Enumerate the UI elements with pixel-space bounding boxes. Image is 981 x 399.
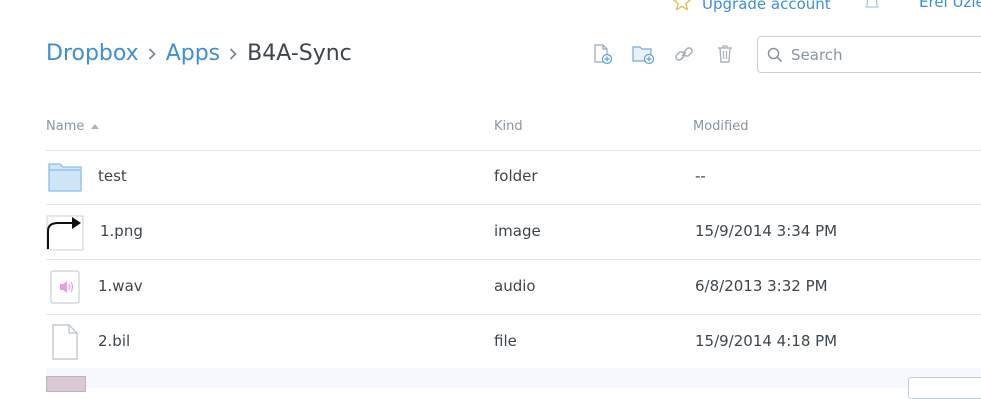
delete-icon — [715, 43, 735, 69]
top-bar: Upgrade account Erel Uziel — [0, 0, 981, 14]
share-link-icon — [673, 43, 695, 69]
column-header-modified[interactable]: Modified — [693, 119, 748, 134]
file-kind: folder — [494, 167, 538, 185]
column-header-kind[interactable]: Kind — [494, 119, 523, 134]
table-row[interactable]: 1.wav audio 6/8/2013 3:32 PM — [46, 260, 981, 315]
table-row[interactable]: test folder -- — [46, 150, 981, 205]
new-file-button[interactable] — [590, 44, 614, 68]
file-icon — [46, 322, 84, 362]
new-file-icon — [591, 43, 613, 69]
file-modified: 6/8/2013 3:32 PM — [695, 277, 828, 295]
share-link-button[interactable] — [672, 44, 696, 68]
file-modified: 15/9/2014 3:34 PM — [695, 222, 838, 240]
new-folder-button[interactable] — [631, 44, 655, 68]
audio-file-icon — [46, 267, 84, 307]
breadcrumb-dropbox[interactable]: Dropbox — [46, 40, 139, 68]
star-icon — [672, 0, 692, 16]
image-thumbnail-icon — [46, 212, 84, 252]
search-icon — [767, 47, 783, 63]
file-modified: -- — [695, 167, 706, 185]
table-row-partial[interactable] — [46, 368, 981, 399]
file-name: 1.wav — [98, 277, 143, 295]
file-name: test — [98, 167, 127, 185]
column-header-name[interactable]: Name — [46, 119, 100, 134]
file-list-header: Name Kind Modified — [46, 116, 981, 151]
table-row[interactable]: 1.png image 15/9/2014 3:34 PM — [46, 205, 981, 260]
bell-icon — [862, 0, 882, 16]
file-kind: image — [494, 222, 541, 240]
column-label-kind: Kind — [494, 119, 523, 134]
upgrade-account-link[interactable]: Upgrade account — [672, 0, 831, 16]
search-input[interactable] — [791, 45, 971, 64]
file-kind: audio — [494, 277, 536, 295]
file-name: 1.png — [100, 222, 143, 240]
folder-icon — [46, 157, 84, 197]
file-modified: 15/9/2014 4:18 PM — [695, 332, 838, 350]
file-name: 2.bil — [98, 332, 131, 350]
row-action-button[interactable] — [908, 377, 981, 399]
column-label-modified: Modified — [693, 119, 749, 134]
breadcrumb-apps[interactable]: Apps — [166, 40, 220, 68]
upgrade-account-label: Upgrade account — [702, 0, 831, 13]
notifications-button[interactable] — [862, 0, 882, 16]
page-title: B4A-Sync — [247, 41, 352, 66]
file-kind: file — [494, 332, 517, 350]
image-thumbnail-icon — [46, 376, 86, 392]
chevron-right-icon — [229, 48, 237, 60]
search-box — [757, 36, 981, 73]
sort-ascending-icon — [90, 119, 100, 134]
table-row[interactable]: 2.bil file 15/9/2014 4:18 PM — [46, 315, 981, 370]
file-toolbar — [590, 44, 737, 68]
delete-button[interactable] — [713, 44, 737, 68]
new-folder-icon — [631, 43, 655, 69]
breadcrumb: Dropbox Apps B4A-Sync — [46, 40, 352, 68]
column-label-name: Name — [46, 119, 85, 134]
chevron-right-icon — [148, 48, 156, 60]
account-menu[interactable]: Erel Uziel — [919, 0, 981, 12]
